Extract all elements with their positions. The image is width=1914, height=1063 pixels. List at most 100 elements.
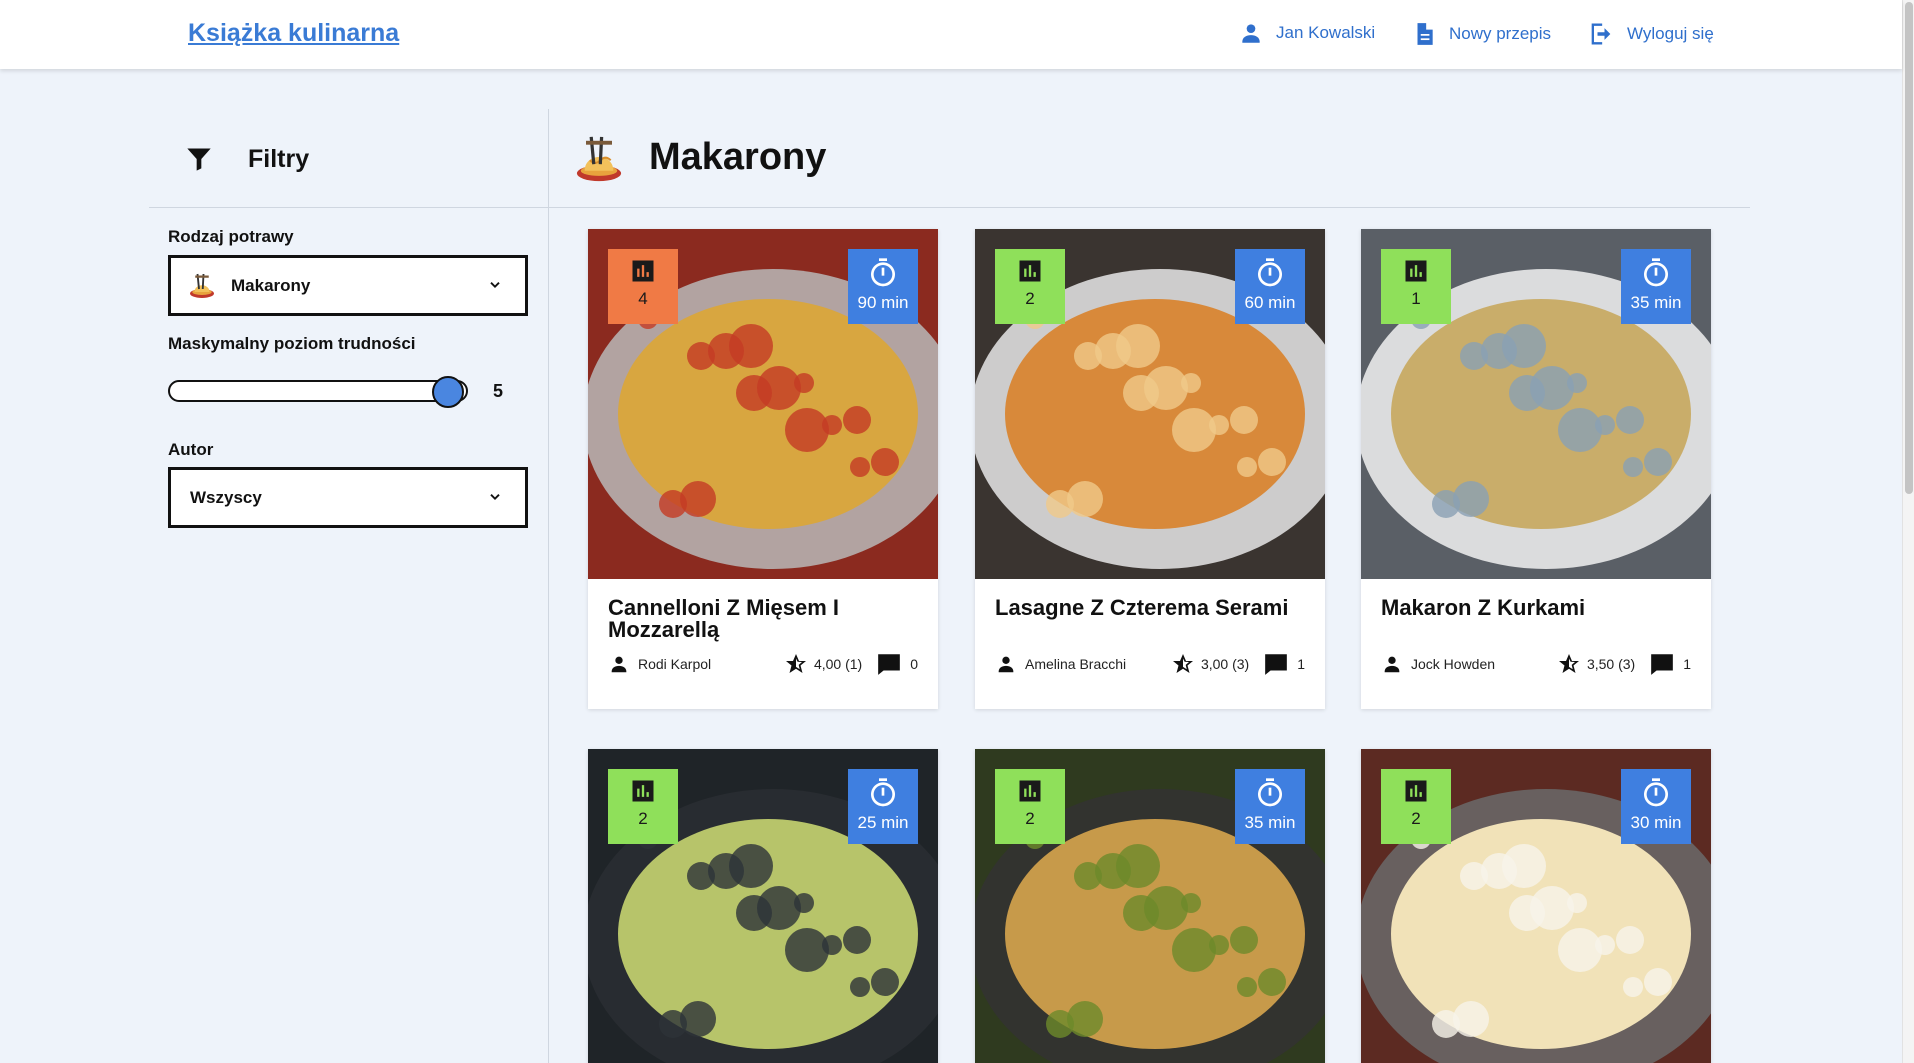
new-recipe-link[interactable]: Nowy przepis	[1411, 20, 1551, 48]
timer-icon	[871, 258, 896, 287]
timer-icon	[1258, 258, 1283, 287]
rating-value: 3,50 (3)	[1586, 656, 1636, 672]
timer-icon	[1258, 778, 1283, 807]
recipe-title[interactable]: Lasagne Z Czterema Serami	[995, 597, 1305, 619]
difficulty-value: 4	[638, 289, 648, 308]
difficulty-value: 2	[638, 809, 648, 828]
bar-chart-icon	[632, 780, 654, 802]
comments-count: 0	[910, 656, 918, 672]
author-value: Wszyscy	[190, 487, 262, 507]
time-badge: 30 min	[1621, 769, 1691, 844]
recipe-comments: 1	[1263, 651, 1305, 677]
filters-sidebar: Filtry Rodzaj potrawy Makarony Maskymaln…	[149, 109, 549, 1063]
timer-icon	[871, 778, 896, 807]
recipe-photo: 2 60 min	[975, 229, 1325, 579]
difficulty-value: 2	[1025, 809, 1035, 828]
max-difficulty-slider[interactable]	[168, 376, 468, 408]
time-value: 25 min	[857, 813, 909, 832]
comments-count: 1	[1297, 656, 1305, 672]
recipe-rating: 4,00 (1)	[784, 652, 862, 676]
brand-link[interactable]: Książka kulinarna	[188, 19, 399, 48]
recipe-card-body: Makaron Z Kurkami Jock Howden 3,50 (3) 1	[1361, 579, 1711, 709]
recipe-author[interactable]: Rodi Karpol	[608, 653, 784, 675]
time-value: 35 min	[1630, 293, 1682, 312]
comments-count: 1	[1683, 656, 1691, 672]
recipe-rating: 3,00 (3)	[1171, 652, 1249, 676]
comment-icon	[878, 654, 901, 675]
filters-title: Filtry	[248, 145, 310, 173]
difficulty-badge: 2	[1381, 769, 1451, 844]
recipe-meta: Rodi Karpol 4,00 (1) 0	[608, 651, 918, 677]
recipe-card-body: Lasagne Z Czterema Serami Amelina Bracch…	[975, 579, 1325, 709]
recipe-author[interactable]: Amelina Bracchi	[995, 653, 1171, 675]
star-half-icon	[785, 654, 806, 673]
recipe-card[interactable]: 4 90 min Cannelloni Z Mięsem I Mozzarell…	[588, 229, 938, 709]
star-half-icon	[1172, 654, 1193, 673]
timer-icon	[1644, 778, 1669, 807]
difficulty-value: 2	[1411, 809, 1421, 828]
chevron-down-icon	[490, 282, 500, 288]
difficulty-badge: 4	[608, 249, 678, 324]
author-name: Rodi Karpol	[638, 656, 712, 672]
user-profile-link[interactable]: Jan Kowalski	[1238, 20, 1375, 46]
logout-link[interactable]: Wyloguj się	[1587, 20, 1714, 48]
person-icon	[1242, 24, 1260, 43]
time-badge: 90 min	[848, 249, 918, 324]
recipe-card[interactable]: 1 35 min Makaron Z Kurkami Jock Howden 3…	[1361, 229, 1711, 709]
dish-type-label: Rodzaj potrawy	[168, 227, 294, 246]
recipe-author[interactable]: Jock Howden	[1381, 653, 1557, 675]
difficulty-badge: 2	[995, 769, 1065, 844]
bar-chart-icon	[1405, 260, 1427, 282]
logout-label: Wyloguj się	[1627, 24, 1714, 43]
user-name: Jan Kowalski	[1276, 23, 1376, 42]
time-badge: 60 min	[1235, 249, 1305, 324]
filters-header: Filtry	[149, 109, 549, 208]
max-difficulty-value: 5	[493, 381, 504, 401]
bar-chart-icon	[1405, 780, 1427, 802]
time-badge: 35 min	[1621, 249, 1691, 324]
author-select[interactable]: Wszyscy	[168, 467, 528, 528]
time-value: 30 min	[1630, 813, 1682, 832]
author-label: Autor	[168, 440, 214, 459]
recipe-title[interactable]: Makaron Z Kurkami	[1381, 597, 1691, 619]
recipe-card[interactable]: 2 25 min	[588, 749, 938, 1063]
category-header: Makarony	[549, 109, 1750, 208]
pasta-plate-icon	[576, 136, 622, 182]
difficulty-value: 1	[1411, 289, 1421, 308]
chevron-down-icon	[490, 494, 500, 500]
person-icon	[1384, 656, 1400, 673]
slider-knob[interactable]	[432, 376, 465, 408]
recipe-comments: 0	[876, 651, 918, 677]
bar-chart-icon	[1019, 780, 1041, 802]
comment-icon	[1265, 654, 1288, 675]
logout-icon	[1591, 23, 1611, 45]
person-icon	[998, 656, 1014, 673]
recipe-card[interactable]: 2 35 min	[975, 749, 1325, 1063]
recipe-photo: 2 25 min	[588, 749, 938, 1063]
recipe-title[interactable]: Cannelloni Z Mięsem I Mozzarellą	[608, 597, 918, 641]
time-value: 90 min	[857, 293, 909, 312]
difficulty-badge: 2	[608, 769, 678, 844]
dish-type-select[interactable]: Makarony	[168, 255, 528, 316]
recipe-card[interactable]: 2 60 min Lasagne Z Czterema Serami Ameli…	[975, 229, 1325, 709]
difficulty-badge: 1	[1381, 249, 1451, 324]
recipe-meta: Amelina Bracchi 3,00 (3) 1	[995, 651, 1305, 677]
scrollbar-thumb[interactable]	[1905, 2, 1913, 494]
author-name: Jock Howden	[1411, 656, 1496, 672]
rating-value: 4,00 (1)	[813, 656, 863, 672]
rating-value: 3,00 (3)	[1200, 656, 1250, 672]
new-recipe-label: Nowy przepis	[1449, 24, 1552, 43]
page-scrollbar[interactable]	[1902, 0, 1914, 1063]
recipe-card[interactable]: 2 30 min	[1361, 749, 1711, 1063]
recipe-photo: 2 35 min	[975, 749, 1325, 1063]
recipe-photo: 2 30 min	[1361, 749, 1711, 1063]
pasta-plate-icon	[190, 273, 214, 298]
max-difficulty-label: Maskymalny poziom trudności	[168, 334, 416, 353]
recipe-meta: Jock Howden 3,50 (3) 1	[1381, 651, 1691, 677]
time-value: 60 min	[1244, 293, 1296, 312]
timer-icon	[1644, 258, 1669, 287]
document-icon	[1417, 23, 1433, 45]
dish-type-value: Makarony	[231, 275, 311, 295]
recipe-card-body: Cannelloni Z Mięsem I Mozzarellą Rodi Ka…	[588, 579, 938, 709]
top-navbar: Książka kulinarna Jan Kowalski Nowy prze…	[0, 0, 1902, 69]
